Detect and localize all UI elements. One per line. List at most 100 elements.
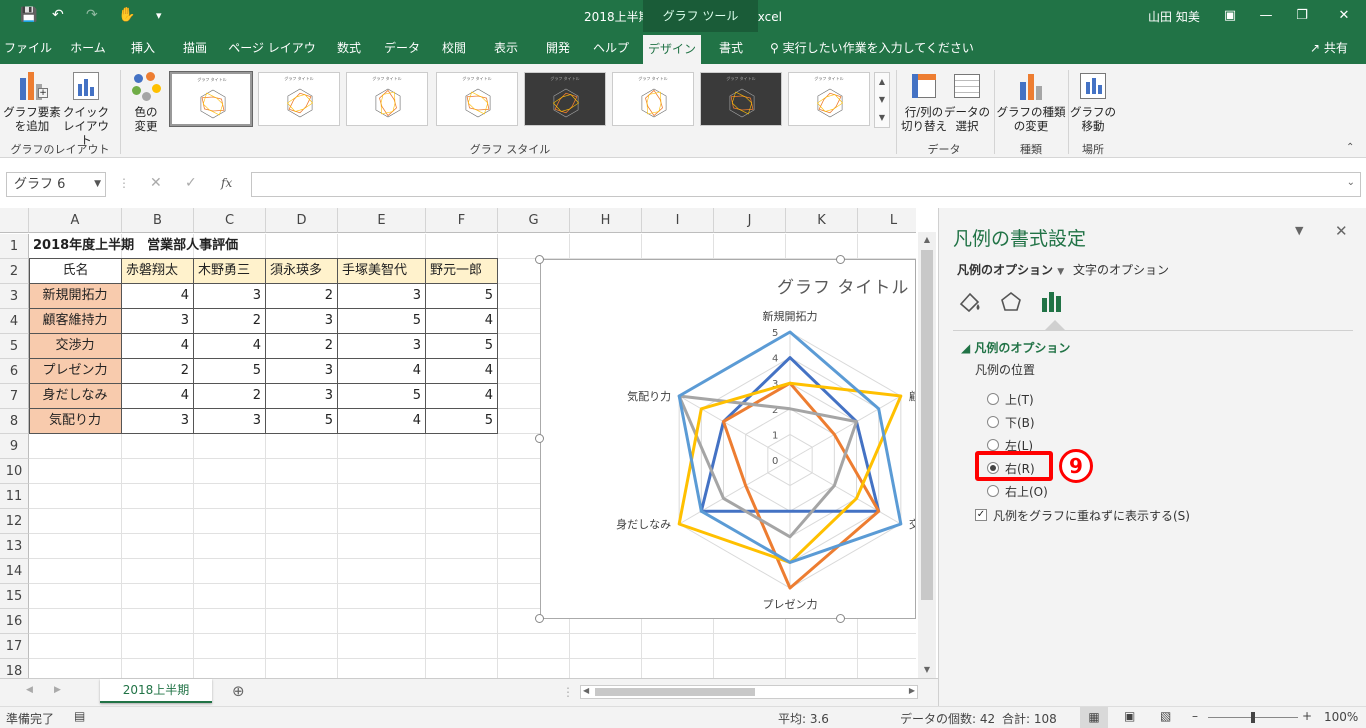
- vertical-scrollbar[interactable]: ▲ ▼: [918, 232, 936, 678]
- effects-icon[interactable]: [999, 290, 1023, 314]
- tab-draw[interactable]: 描画: [170, 32, 220, 64]
- chart-style-8[interactable]: グラフ タイトル: [788, 72, 870, 126]
- sheet-title-cell[interactable]: 2018年度上半期 営業部人事評価: [29, 234, 329, 259]
- score-cell[interactable]: 5: [266, 409, 337, 434]
- tab-home[interactable]: ホーム: [60, 32, 116, 64]
- resize-handle-top[interactable]: [836, 255, 845, 264]
- gallery-down-icon[interactable]: ▼: [875, 91, 889, 109]
- pane-options-icon[interactable]: ▼: [1295, 224, 1303, 237]
- column-header[interactable]: A: [29, 208, 122, 233]
- average-status[interactable]: 平均: 3.6: [778, 710, 829, 727]
- change-chart-type-button[interactable]: グラフの種類 の変更: [996, 70, 1066, 133]
- touch-mode-icon[interactable]: ✋: [118, 7, 135, 23]
- row-header[interactable]: 2: [0, 259, 29, 284]
- move-chart-button[interactable]: グラフの 移動: [1070, 70, 1116, 133]
- enter-icon[interactable]: ✓: [185, 175, 197, 191]
- person-header-cell[interactable]: 手塚美智代: [338, 259, 425, 283]
- score-cell[interactable]: 4: [426, 309, 497, 334]
- row-header[interactable]: 4: [0, 309, 29, 334]
- tell-me-box[interactable]: ⚲ 実行したい作業を入力してください: [770, 32, 974, 64]
- undo-icon[interactable]: ↶: [52, 7, 64, 23]
- score-cell[interactable]: 3: [266, 384, 337, 409]
- tab-formulas[interactable]: 数式: [324, 32, 374, 64]
- insert-function-icon[interactable]: fx: [221, 176, 232, 190]
- row-header[interactable]: 11: [0, 484, 29, 509]
- row-header[interactable]: 6: [0, 359, 29, 384]
- score-cell[interactable]: 3: [338, 284, 425, 309]
- resize-handle-bottom-left[interactable]: [535, 614, 544, 623]
- person-header-cell[interactable]: 木野勇三: [194, 259, 265, 283]
- score-cell[interactable]: 3: [122, 309, 193, 334]
- score-cell[interactable]: 5: [338, 309, 425, 334]
- legend-position-radio[interactable]: [987, 439, 999, 451]
- split-grip-icon[interactable]: ⋮: [562, 685, 574, 699]
- minimize-icon[interactable]: —: [1248, 4, 1284, 28]
- column-header[interactable]: F: [426, 208, 498, 233]
- score-cell[interactable]: 4: [426, 359, 497, 384]
- criteria-cell[interactable]: 交渉力: [29, 334, 121, 358]
- change-colors-button[interactable]: 色の 変更: [124, 70, 168, 133]
- restore-icon[interactable]: ❐: [1284, 4, 1320, 28]
- fill-line-icon[interactable]: [957, 290, 983, 314]
- chart-style-1[interactable]: グラフ タイトル: [169, 71, 253, 127]
- row-header[interactable]: 7: [0, 384, 29, 409]
- share-button[interactable]: ↗ 共有: [1310, 32, 1348, 64]
- sheet-tab-2018[interactable]: 2018上半期: [100, 679, 212, 703]
- tab-text-options[interactable]: 文字のオプション: [1073, 261, 1169, 278]
- select-all[interactable]: [0, 208, 29, 233]
- macro-record-icon[interactable]: ▤: [74, 709, 85, 723]
- score-cell[interactable]: 4: [338, 409, 425, 434]
- page-break-view-icon[interactable]: ▧: [1160, 709, 1171, 723]
- chart-style-6[interactable]: グラフ タイトル: [612, 72, 694, 126]
- pane-close-icon[interactable]: ✕: [1335, 222, 1348, 240]
- scroll-thumb[interactable]: [921, 250, 933, 600]
- tab-format[interactable]: 書式: [704, 32, 758, 64]
- chart-style-4[interactable]: グラフ タイトル: [436, 72, 518, 126]
- column-header[interactable]: C: [194, 208, 266, 233]
- tab-page-layout[interactable]: ページ レイアウト: [224, 32, 320, 87]
- row-header[interactable]: 9: [0, 434, 29, 459]
- legend-position-radio[interactable]: [987, 393, 999, 405]
- legend-position-option[interactable]: 下(B): [1005, 414, 1035, 431]
- criteria-cell[interactable]: プレゼン力: [29, 359, 121, 383]
- column-header[interactable]: I: [642, 208, 714, 233]
- row-header[interactable]: 12: [0, 509, 29, 534]
- person-header-cell[interactable]: 須永瑛多: [266, 259, 337, 283]
- criteria-cell[interactable]: 新規開拓力: [29, 284, 121, 308]
- score-cell[interactable]: 3: [266, 309, 337, 334]
- score-cell[interactable]: 3: [194, 284, 265, 309]
- person-header-cell[interactable]: 野元一郎: [426, 259, 497, 283]
- column-header[interactable]: B: [122, 208, 194, 233]
- score-cell[interactable]: 2: [194, 309, 265, 334]
- row-header[interactable]: 8: [0, 409, 29, 434]
- tab-developer[interactable]: 開発: [534, 32, 582, 64]
- tab-data[interactable]: データ: [378, 32, 426, 64]
- legend-options-dropdown-icon[interactable]: ▼: [1057, 267, 1064, 277]
- chart-style-2[interactable]: グラフ タイトル: [258, 72, 340, 126]
- tab-insert[interactable]: 挿入: [118, 32, 168, 64]
- gallery-more-icon[interactable]: ▼: [875, 109, 889, 127]
- chart-style-5[interactable]: グラフ タイトル: [524, 72, 606, 126]
- score-cell[interactable]: 3: [266, 359, 337, 384]
- ribbon-display-icon[interactable]: ▣: [1212, 4, 1248, 28]
- horizontal-scrollbar[interactable]: ◀ ▶: [580, 685, 918, 699]
- sum-status[interactable]: 合計: 108: [1002, 710, 1057, 727]
- tab-help[interactable]: ヘルプ: [586, 32, 636, 64]
- legend-position-radio[interactable]: [987, 416, 999, 428]
- expand-formula-icon[interactable]: ⌄: [1347, 177, 1355, 188]
- score-cell[interactable]: 4: [122, 334, 193, 359]
- zoom-in-icon[interactable]: +: [1302, 709, 1312, 723]
- normal-view-icon[interactable]: ▦: [1080, 707, 1108, 728]
- score-cell[interactable]: 5: [338, 384, 425, 409]
- gallery-scroll[interactable]: ▲ ▼ ▼: [874, 72, 890, 128]
- chart-style-7[interactable]: グラフ タイトル: [700, 72, 782, 126]
- resize-handle-bottom[interactable]: [836, 614, 845, 623]
- criteria-cell[interactable]: 気配り力: [29, 409, 121, 433]
- zoom-slider-thumb[interactable]: [1251, 712, 1255, 723]
- tab-review[interactable]: 校閲: [430, 32, 478, 64]
- row-header[interactable]: 3: [0, 284, 29, 309]
- score-cell[interactable]: 4: [122, 384, 193, 409]
- scroll-left-icon[interactable]: ◀: [583, 686, 589, 695]
- chart-style-3[interactable]: グラフ タイトル: [346, 72, 428, 126]
- cancel-icon[interactable]: ✕: [150, 175, 162, 191]
